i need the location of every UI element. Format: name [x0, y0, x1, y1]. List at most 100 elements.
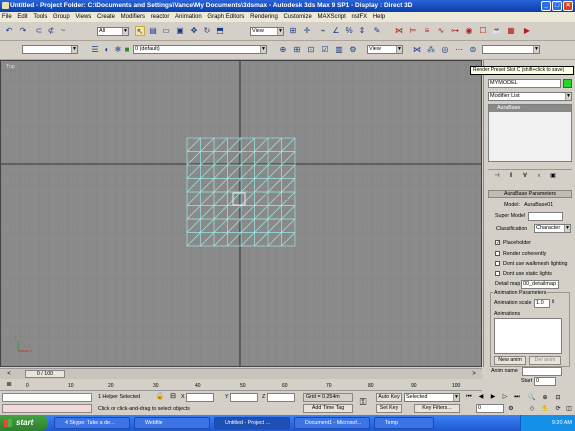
menu-rendering[interactable]: Rendering — [248, 12, 280, 22]
layer-color-icon[interactable]: ■ — [122, 45, 132, 55]
select-object-icon[interactable]: ↖ — [135, 26, 145, 36]
visibility-icon[interactable]: ◐ — [102, 45, 112, 55]
maxscript-listener[interactable] — [2, 393, 92, 402]
layer-dropdown[interactable]: 0 (default) ▼ — [133, 45, 267, 54]
start-field[interactable]: 0 — [534, 377, 556, 386]
menu-nstfx[interactable]: nstFX — [350, 12, 370, 22]
percent-snap-icon[interactable]: % — [344, 26, 354, 36]
super-model-field[interactable] — [528, 212, 563, 221]
taskbar-webfile[interactable]: Webfile — [134, 417, 210, 429]
menu-customize[interactable]: Customize — [281, 12, 313, 22]
menu-group[interactable]: Group — [51, 12, 72, 22]
set-key-button[interactable]: Set Key — [376, 404, 402, 413]
lock-selection-icon[interactable]: 🔒 — [155, 392, 165, 402]
snapshot-icon[interactable]: ◎ — [440, 45, 450, 55]
viewport-label[interactable]: Top — [6, 64, 15, 70]
z-coordinate-field[interactable] — [267, 393, 295, 402]
placeholder-checkbox[interactable]: ✓ — [495, 240, 500, 246]
select-scale-icon[interactable]: ⬒ — [215, 26, 225, 36]
select-rotate-icon[interactable]: ↻ — [202, 26, 212, 36]
set-current-layer-icon[interactable]: ☑ — [320, 45, 330, 55]
redo-icon[interactable]: ↷ — [18, 26, 28, 36]
mini-curve-editor-icon[interactable]: ≣ — [4, 380, 14, 390]
minimize-button[interactable]: _ — [541, 1, 551, 11]
spacing-tool-icon[interactable]: ⋯ — [454, 45, 464, 55]
go-to-end-icon[interactable]: ⏭ — [512, 392, 522, 402]
fov-icon[interactable]: ◇ — [527, 404, 537, 414]
undo-icon[interactable]: ↶ — [4, 26, 14, 36]
layer-props-icon[interactable]: ⚙ — [348, 45, 358, 55]
viewport-top[interactable]: Top x y — [0, 60, 482, 367]
dont-walkmesh-checkbox[interactable] — [495, 261, 500, 266]
menu-views[interactable]: Views — [73, 12, 93, 22]
remove-modifier-icon[interactable]: ♁ — [534, 171, 544, 181]
modifier-list-dropdown[interactable]: Modifier List ▼ — [488, 92, 572, 101]
select-layer-icon[interactable]: ⊡ — [306, 45, 316, 55]
prev-frame-icon[interactable]: < — [4, 369, 14, 379]
clock[interactable]: 9:20 AM — [552, 420, 572, 426]
selection-filter-dropdown[interactable]: All ▼ — [97, 27, 129, 36]
menu-reactor[interactable]: reactor — [149, 12, 172, 22]
play-icon[interactable]: ▶ — [488, 392, 498, 402]
manipulate-icon[interactable]: ✛ — [302, 26, 312, 36]
key-mode-dropdown[interactable]: Selected ▼ — [404, 393, 460, 402]
render-last-icon[interactable]: ▶ — [522, 26, 532, 36]
object-name-field[interactable]: MYMODEL — [488, 79, 561, 88]
animations-list[interactable] — [494, 318, 562, 354]
time-slider-thumb[interactable]: 0 / 100 — [25, 370, 65, 378]
key-filters-button[interactable]: Key Filters... — [414, 404, 460, 413]
add-to-layer-icon[interactable]: ⊞ — [292, 45, 302, 55]
spinner-snap-icon[interactable]: ⇕ — [357, 26, 367, 36]
window-crossing-icon[interactable]: ▣ — [175, 26, 185, 36]
select-move-icon[interactable]: ✥ — [189, 26, 199, 36]
taskbar-word[interactable]: Document1 - Microsof... — [294, 417, 370, 429]
menu-create[interactable]: Create — [95, 12, 117, 22]
classification-dropdown[interactable]: Character ▼ — [534, 224, 571, 233]
anim-name-field[interactable] — [522, 367, 562, 376]
unlink-icon[interactable]: ⊄ — [46, 26, 56, 36]
taskbar-skype[interactable]: 4 Skype: Take a de... — [54, 417, 130, 429]
dont-static-checkbox[interactable] — [495, 271, 500, 276]
detail-map-field[interactable]: 00_detailmap — [521, 280, 559, 289]
maximize-viewport-icon[interactable]: ◫ — [564, 404, 574, 414]
menu-edit[interactable]: Edit — [15, 12, 29, 22]
render-scene-icon[interactable]: ☐ — [478, 26, 488, 36]
key-icon[interactable]: ⚿ — [358, 397, 368, 407]
reference-coord-dropdown[interactable]: View ▼ — [250, 27, 284, 36]
render-preset-dropdown[interactable]: ▼ — [482, 45, 540, 54]
modifier-stack[interactable]: AuraBase — [488, 104, 572, 162]
absolute-mode-icon[interactable]: ⊟ — [168, 392, 178, 402]
aurabase-parameters-rollout[interactable]: AuraBase Parameters — [488, 190, 572, 198]
start-button[interactable]: start — [0, 415, 48, 431]
modifier-stack-item[interactable]: AuraBase — [489, 105, 571, 112]
snap-toggle-icon[interactable]: ⌁ — [318, 26, 328, 36]
mirror-icon[interactable]: ⋈ — [394, 26, 404, 36]
layer-coord-dropdown[interactable]: View ▼ — [367, 45, 403, 54]
y-coordinate-field[interactable] — [230, 393, 258, 402]
taskbar-temp[interactable]: Temp — [374, 417, 434, 429]
select-link-icon[interactable]: ⊂ — [34, 26, 44, 36]
schematic-view-icon[interactable]: ⊶ — [450, 26, 460, 36]
array-icon[interactable]: ⁂ — [426, 45, 436, 55]
layer-manager-icon[interactable]: ▥ — [334, 45, 344, 55]
menu-file[interactable]: File — [0, 12, 14, 22]
animation-scale-spinner-icon[interactable]: ⇕ — [551, 299, 555, 305]
del-anim-button[interactable]: Del anim — [529, 356, 561, 365]
close-button[interactable]: × — [563, 1, 573, 11]
mirror-icon[interactable]: ⋈ — [412, 45, 422, 55]
pan-icon[interactable]: ✋ — [540, 404, 550, 414]
configure-sets-icon[interactable]: ▣ — [548, 171, 558, 181]
time-config-icon[interactable]: ⚙ — [506, 404, 516, 414]
go-to-start-icon[interactable]: ⏮ — [464, 392, 474, 402]
layers-icon[interactable]: ☰ — [90, 45, 100, 55]
pivot-center-icon[interactable]: ⊞ — [288, 26, 298, 36]
make-unique-icon[interactable]: ∀ — [520, 171, 530, 181]
x-coordinate-field[interactable] — [186, 393, 214, 402]
zoom-all-icon[interactable]: ⊕ — [540, 393, 550, 403]
layer-manager-icon[interactable]: ≡ — [422, 26, 432, 36]
maximize-button[interactable]: □ — [552, 1, 562, 11]
bind-spacewarp-icon[interactable]: ~ — [58, 26, 68, 36]
auto-key-button[interactable]: Auto Key — [376, 393, 402, 402]
angle-snap-icon[interactable]: ∠ — [331, 26, 341, 36]
object-color-swatch[interactable] — [563, 79, 572, 88]
